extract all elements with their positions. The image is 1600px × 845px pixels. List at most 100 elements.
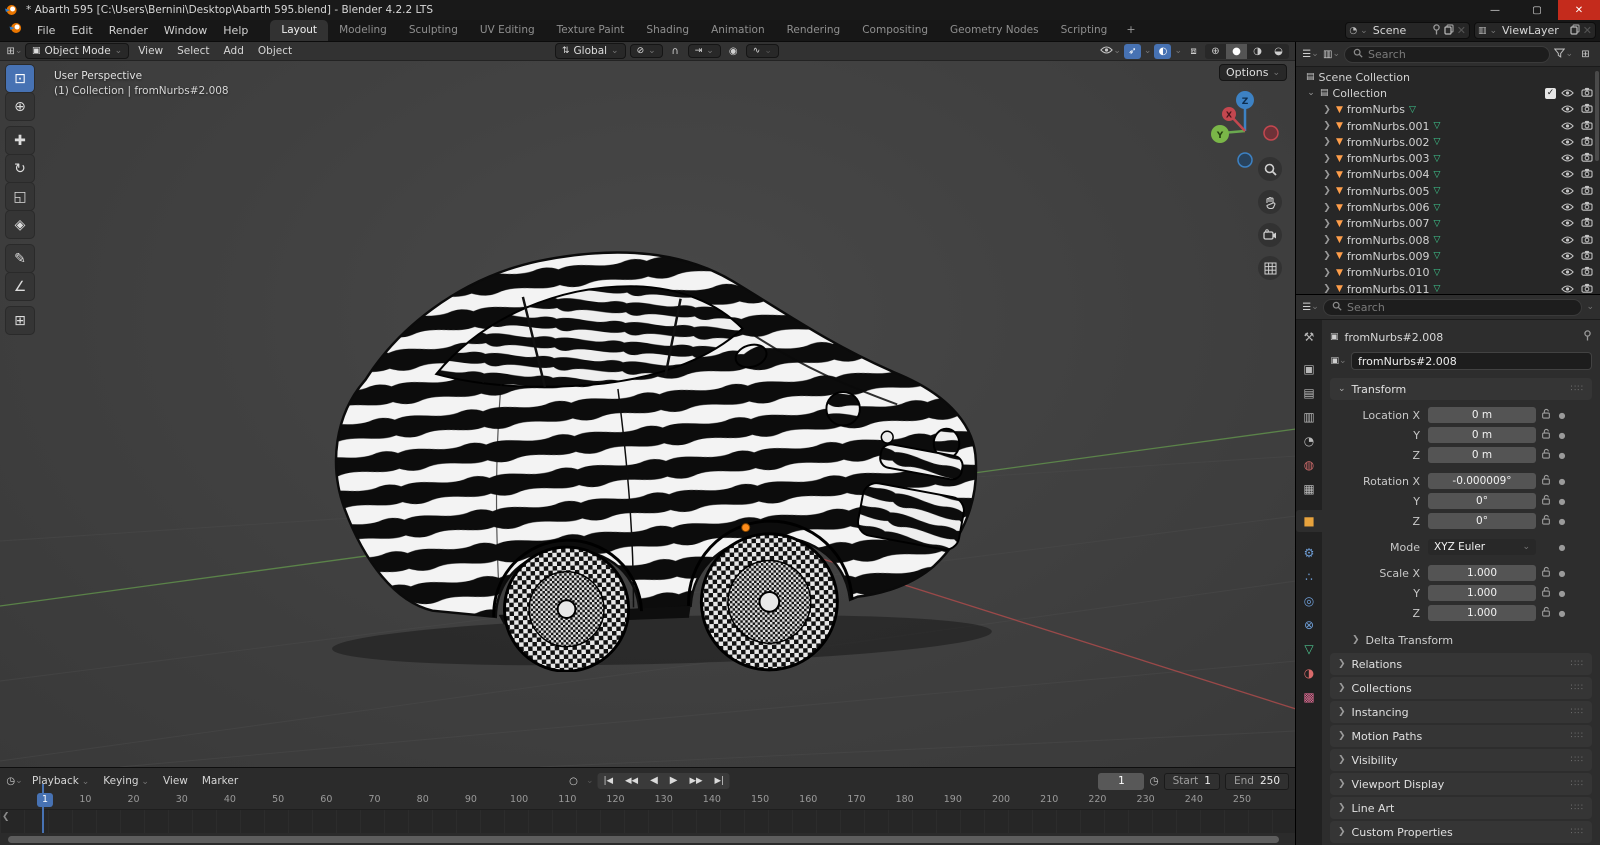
- visibility-eye-icon[interactable]: [1560, 103, 1575, 116]
- add-workspace-button[interactable]: +: [1118, 19, 1143, 41]
- outliner-row-object[interactable]: ❯ ▼ fromNurbs.006 ▽: [1300, 199, 1600, 215]
- animate-dot-icon[interactable]: ●: [1556, 609, 1568, 618]
- panel-line-art[interactable]: ❯ Line Art ∷∷: [1330, 797, 1592, 819]
- workspace-tab-texture-paint[interactable]: Texture Paint: [546, 20, 636, 41]
- object-visibility-icon[interactable]: ⌄: [1100, 44, 1121, 59]
- lock-icon[interactable]: [1536, 408, 1556, 422]
- animate-dot-icon[interactable]: ●: [1556, 517, 1568, 526]
- outliner-row-object[interactable]: ❯ ▼ fromNurbs.011 ▽: [1300, 281, 1600, 294]
- render-camera-icon[interactable]: [1579, 103, 1594, 116]
- animate-dot-icon[interactable]: ●: [1556, 431, 1568, 440]
- value-field[interactable]: -0.000009°: [1428, 473, 1536, 489]
- properties-search-input[interactable]: Search: [1323, 298, 1583, 316]
- render-camera-icon[interactable]: [1579, 250, 1594, 263]
- proportional-editing-icon[interactable]: ◉: [725, 44, 742, 59]
- tool-cursor[interactable]: ⊕: [6, 93, 34, 120]
- new-collection-icon[interactable]: ⊞: [1577, 47, 1594, 62]
- maximize-button[interactable]: ▢: [1516, 0, 1558, 20]
- render-camera-icon[interactable]: [1579, 283, 1594, 295]
- current-frame-badge[interactable]: 1: [36, 793, 54, 807]
- camera-view-icon[interactable]: [1258, 223, 1282, 247]
- chevron-right-icon[interactable]: ❯: [1322, 186, 1332, 196]
- timeline-menu-marker[interactable]: Marker: [195, 774, 245, 788]
- properties-tab-data[interactable]: ▽: [1296, 638, 1322, 660]
- chevron-right-icon[interactable]: ❯: [1322, 170, 1332, 180]
- outliner-scrollbar[interactable]: [1595, 71, 1599, 161]
- visibility-eye-icon[interactable]: [1560, 201, 1575, 214]
- new-scene-icon[interactable]: [1444, 23, 1454, 38]
- menu-help[interactable]: Help: [215, 21, 256, 41]
- snap-magnet-icon[interactable]: ∩: [667, 44, 684, 59]
- outliner-display-mode-icon[interactable]: ▥ ⌄: [1323, 47, 1340, 62]
- render-camera-icon[interactable]: [1579, 217, 1594, 230]
- timeline-editor-type-icon[interactable]: ◷ ⌄: [6, 774, 23, 789]
- jump-start-button[interactable]: |◀: [598, 773, 619, 789]
- visibility-eye-icon[interactable]: [1560, 185, 1575, 198]
- chevron-right-icon[interactable]: ❯: [1322, 203, 1332, 213]
- properties-tab-object[interactable]: ■: [1296, 510, 1322, 532]
- value-field[interactable]: 1.000: [1428, 565, 1536, 581]
- xray-toggle-icon[interactable]: ⧈: [1185, 44, 1202, 59]
- prev-keyframe-button[interactable]: ◀◀: [619, 773, 644, 789]
- properties-tab-scene[interactable]: ◔: [1296, 430, 1322, 452]
- overlays-toggle-icon[interactable]: ◐: [1154, 43, 1172, 59]
- object-name-field[interactable]: [1351, 352, 1592, 370]
- workspace-tab-sculpting[interactable]: Sculpting: [398, 20, 469, 41]
- value-field[interactable]: 0°: [1428, 493, 1536, 509]
- panel-motion-paths[interactable]: ❯ Motion Paths ∷∷: [1330, 725, 1592, 747]
- timeline-ruler[interactable]: 1 10 20 30 40 50 60 70 80 90 100 110 120 130 140 150 16…: [0, 792, 1295, 809]
- frame-end-field[interactable]: End 250: [1224, 772, 1289, 790]
- render-camera-icon[interactable]: [1579, 185, 1594, 198]
- tool-measure[interactable]: ∠: [6, 273, 34, 300]
- transform-pivot-dropdown[interactable]: ⊘ ⌄: [629, 44, 663, 58]
- outliner-row-object[interactable]: ❯ ▼ fromNurbs.010 ▽: [1300, 265, 1600, 281]
- properties-options-icon[interactable]: ⌄: [1586, 302, 1594, 312]
- properties-tab-material[interactable]: ◑: [1296, 662, 1322, 684]
- shading-wireframe-icon[interactable]: ⊕: [1205, 44, 1226, 59]
- animate-dot-icon[interactable]: ●: [1556, 497, 1568, 506]
- timeline-tracks[interactable]: [0, 809, 1295, 833]
- properties-tab-tool[interactable]: ⚒: [1296, 326, 1322, 348]
- timeline-scrollbar[interactable]: [8, 835, 1279, 843]
- current-frame-field[interactable]: 1: [1098, 772, 1145, 790]
- properties-tab-particles[interactable]: ∴: [1296, 566, 1322, 588]
- properties-tab-view-layer[interactable]: ▥: [1296, 406, 1322, 428]
- panel-collections[interactable]: ❯ Collections ∷∷: [1330, 677, 1592, 699]
- lock-icon[interactable]: [1536, 494, 1556, 508]
- zoom-icon[interactable]: [1258, 157, 1282, 181]
- play-button[interactable]: ▶: [664, 773, 684, 789]
- workspace-tab-layout[interactable]: Layout: [270, 20, 329, 41]
- chevron-right-icon[interactable]: ❯: [1322, 235, 1332, 245]
- timeline-left-arrow-icon[interactable]: ❮: [2, 812, 10, 822]
- viewport-3d[interactable]: User Perspective (1) Collection | fromNu…: [0, 61, 1295, 767]
- new-viewlayer-icon[interactable]: [1570, 23, 1580, 38]
- lock-icon[interactable]: [1536, 448, 1556, 462]
- snap-target-dropdown[interactable]: ⇥ ⌄: [687, 44, 721, 58]
- pan-hand-icon[interactable]: [1258, 190, 1282, 214]
- outliner-row-object[interactable]: ❯ ▼ fromNurbs.002 ▽: [1300, 134, 1600, 150]
- jump-end-button[interactable]: ▶|: [709, 773, 730, 789]
- auto-keying-icon[interactable]: ○: [565, 774, 582, 789]
- pin-icon[interactable]: [1432, 23, 1441, 38]
- properties-tab-modifiers[interactable]: ⚙: [1296, 542, 1322, 564]
- properties-tab-physics[interactable]: ◎: [1296, 590, 1322, 612]
- properties-tab-render[interactable]: ▣: [1296, 358, 1322, 380]
- transform-panel-header[interactable]: ⌄ Transform ∷∷: [1330, 378, 1592, 400]
- visibility-eye-icon[interactable]: [1560, 266, 1575, 279]
- mode-dropdown-field[interactable]: XYZ Euler ⌄: [1428, 539, 1536, 555]
- render-camera-icon[interactable]: [1579, 201, 1594, 214]
- outliner-row-object[interactable]: ❯ ▼ fromNurbs.008 ▽: [1300, 232, 1600, 248]
- remove-viewlayer-icon[interactable]: ✕: [1583, 24, 1592, 37]
- shading-solid-icon[interactable]: ●: [1226, 43, 1247, 59]
- tool-add-cube[interactable]: ⊞: [6, 307, 34, 334]
- outliner-row-object[interactable]: ❯ ▼ fromNurbs.007 ▽: [1300, 216, 1600, 232]
- animate-dot-icon[interactable]: ●: [1556, 569, 1568, 578]
- shading-material-icon[interactable]: ◑: [1247, 44, 1268, 59]
- panel-visibility[interactable]: ❯ Visibility ∷∷: [1330, 749, 1592, 771]
- menu-window[interactable]: Window: [156, 21, 215, 41]
- delta-transform-panel[interactable]: ❯ Delta Transform: [1330, 630, 1592, 650]
- properties-tab-collection[interactable]: ▦: [1296, 478, 1322, 500]
- close-button[interactable]: ✕: [1558, 0, 1600, 20]
- outliner-row-collection[interactable]: ⌄ ▤ Collection ✓: [1300, 85, 1600, 101]
- tool-move[interactable]: ✚: [6, 127, 34, 154]
